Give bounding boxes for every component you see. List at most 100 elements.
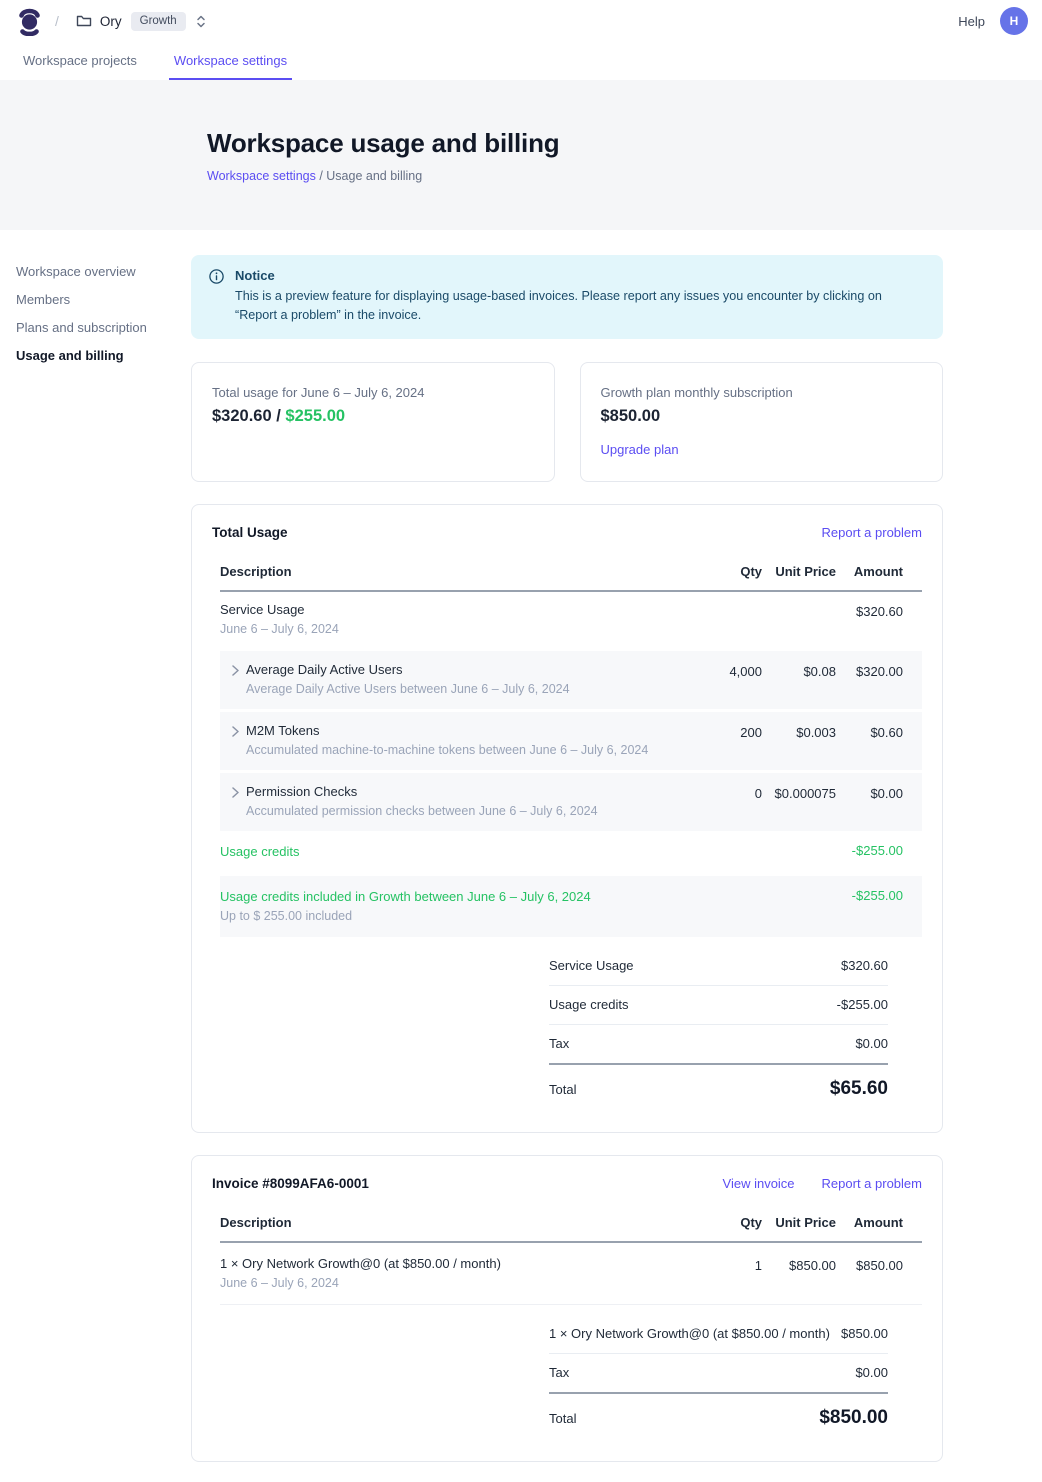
row-amount: $850.00 [836,1242,922,1305]
usage-report-problem-link[interactable]: Report a problem [822,525,922,540]
page-title: Workspace usage and billing [207,128,1042,159]
usage-row-credits-detail: Usage credits included in Growth between… [220,875,922,938]
breadcrumb: Workspace settings / Usage and billing [207,169,1042,183]
breadcrumb-settings-link[interactable]: Workspace settings [207,169,316,183]
summary-value: $0.00 [855,1365,888,1380]
invoice-report-problem-link[interactable]: Report a problem [822,1176,922,1191]
invoice-panel: Invoice #8099AFA6-0001 View invoice Repo… [191,1155,943,1462]
invoice-row-growth-plan: 1 × Ory Network Growth@0 (at $850.00 / m… [220,1242,922,1305]
notice-title: Notice [235,267,925,284]
summary-label: Tax [549,1036,569,1051]
row-qty: 200 [682,711,762,772]
usage-row-credits-group: Usage credits -$255.00 [220,831,922,875]
breadcrumb-current: Usage and billing [326,169,422,183]
total-usage-card: Total usage for June 6 – July 6, 2024 $3… [191,362,555,482]
usage-row-daily-active-users[interactable]: Average Daily Active Users Average Daily… [220,650,922,711]
ory-logo-icon[interactable] [17,7,42,36]
tab-workspace-settings[interactable]: Workspace settings [169,42,292,80]
row-name: Usage credits included in Growth between… [220,888,682,905]
row-amount: $320.00 [836,650,922,711]
user-avatar[interactable]: H [1000,7,1028,35]
row-name: M2M Tokens [246,722,648,739]
workspace-tabbar: Workspace projects Workspace settings [0,42,1042,80]
top-bar: / Ory Growth Help H [0,0,1042,42]
summary-label: Usage credits [549,997,628,1012]
col-amount: Amount [836,1205,922,1242]
breadcrumb-sep: / [316,169,326,183]
row-amount: $0.00 [836,772,922,832]
summary-row-total: Total $850.00 [549,1394,888,1435]
sidebar-item-workspace-overview[interactable]: Workspace overview [16,258,191,286]
folder-icon [76,14,92,28]
row-subtitle: June 6 – July 6, 2024 [220,1275,682,1291]
usage-amount: $320.60 [212,407,272,425]
row-subtitle: Accumulated permission checks between Ju… [246,803,598,819]
summary-value: -$255.00 [837,997,888,1012]
summary-value: $850.00 [841,1326,888,1341]
workspace-switcher-icon[interactable] [195,14,207,29]
settings-sidebar: Workspace overview Members Plans and sub… [0,230,191,1482]
invoice-table: Description Qty Unit Price Amount 1 × Or… [220,1205,922,1305]
summary-row-usage-credits: Usage credits -$255.00 [549,986,888,1025]
chevron-right-icon[interactable] [232,725,239,758]
row-amount: $0.60 [836,711,922,772]
row-amount: -$255.00 [836,875,922,938]
summary-row-tax: Tax $0.00 [549,1025,888,1065]
row-amount: $320.60 [836,591,922,650]
plan-amount: $850.00 [601,407,923,426]
row-subtitle: June 6 – July 6, 2024 [220,621,682,637]
help-link[interactable]: Help [958,14,985,29]
summary-value: $0.00 [855,1036,888,1051]
breadcrumb-separator: / [55,13,59,29]
usage-row-permission-checks[interactable]: Permission Checks Accumulated permission… [220,772,922,832]
row-subtitle: Accumulated machine-to-machine tokens be… [246,742,648,758]
view-invoice-link[interactable]: View invoice [723,1176,795,1191]
total-usage-value: $320.60 / $255.00 [212,407,534,426]
notice-body: This is a preview feature for displaying… [235,287,925,325]
summary-cards-row: Total usage for June 6 – July 6, 2024 $3… [191,362,943,482]
usage-row-service-usage: Service Usage June 6 – July 6, 2024 $320… [220,591,922,650]
row-name: Permission Checks [246,783,598,800]
tab-workspace-projects[interactable]: Workspace projects [18,42,142,80]
summary-row-service-usage: Service Usage $320.60 [549,947,888,986]
summary-row-tax: Tax $0.00 [549,1354,888,1394]
row-unit-price: $0.003 [762,711,836,772]
row-qty: 4,000 [682,650,762,711]
hero-section: Workspace usage and billing Workspace se… [0,80,1042,230]
summary-row-plan-item: 1 × Ory Network Growth@0 (at $850.00 / m… [549,1315,888,1354]
usage-row-m2m-tokens[interactable]: M2M Tokens Accumulated machine-to-machin… [220,711,922,772]
row-name: Average Daily Active Users [246,661,570,678]
row-name: 1 × Ory Network Growth@0 (at $850.00 / m… [220,1255,682,1272]
preview-notice: Notice This is a preview feature for dis… [191,255,943,339]
col-unit-price: Unit Price [762,1205,836,1242]
total-usage-panel: Total Usage Report a problem Description… [191,504,943,1133]
sidebar-item-members[interactable]: Members [16,286,191,314]
col-qty: Qty [682,1205,762,1242]
row-amount: -$255.00 [836,831,922,875]
usage-summary: Service Usage $320.60 Usage credits -$25… [532,947,905,1106]
total-value: $65.60 [830,1078,888,1100]
row-name: Usage credits [220,843,682,860]
sidebar-item-usage-billing[interactable]: Usage and billing [16,342,191,370]
info-icon [209,269,224,325]
summary-label: 1 × Ory Network Growth@0 (at $850.00 / m… [549,1326,830,1341]
sidebar-item-plans-subscription[interactable]: Plans and subscription [16,314,191,342]
usage-separator: / [272,407,286,425]
plan-badge: Growth [131,12,186,31]
workspace-name[interactable]: Ory [100,14,122,29]
plan-label: Growth plan monthly subscription [601,385,923,400]
chevron-right-icon[interactable] [232,786,239,819]
upgrade-plan-link[interactable]: Upgrade plan [601,442,679,457]
row-subtitle: Average Daily Active Users between June … [246,681,570,697]
row-subtitle: Up to $ 255.00 included [220,908,682,924]
row-unit-price: $0.000075 [762,772,836,832]
chevron-right-icon[interactable] [232,664,239,697]
row-qty: 0 [682,772,762,832]
usage-credit-amount: $255.00 [285,407,345,425]
col-unit-price: Unit Price [762,554,836,591]
plan-subscription-card: Growth plan monthly subscription $850.00… [580,362,944,482]
col-qty: Qty [682,554,762,591]
total-label: Total [549,1082,576,1097]
usage-panel-title: Total Usage [212,525,288,540]
usage-table: Description Qty Unit Price Amount Servic… [220,554,922,937]
